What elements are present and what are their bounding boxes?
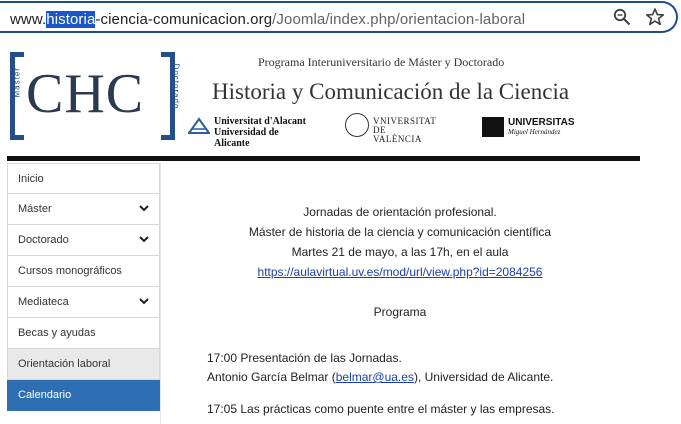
- university-alicante-logo[interactable]: Universitat d'Alacant Universidad de Alic…: [188, 115, 313, 149]
- speaker-email-link[interactable]: belmar@ua.es: [336, 370, 414, 384]
- sidebar-item-label: Máster: [18, 203, 52, 215]
- programa-heading: Programa: [373, 305, 427, 319]
- bookmark-star-icon[interactable]: [645, 7, 665, 27]
- chevron-down-icon[interactable]: [139, 297, 149, 305]
- valencia-seal-icon: [345, 113, 369, 137]
- logo-text: CHC: [26, 63, 145, 125]
- sidebar-item-label: Becas y ayudas: [18, 327, 96, 339]
- sidebar-item-calendario[interactable]: Calendario: [7, 380, 160, 411]
- schedule-item-title: 17:05 Las prácticas como puente entre el…: [207, 402, 555, 416]
- schedule-item-title: 17:00 Presentación de las Jornadas.: [207, 351, 402, 365]
- sidebar-item-doctorado[interactable]: Doctorado: [7, 225, 160, 256]
- alicante-name-valencian: Universitat d'Alacant: [214, 116, 306, 127]
- article-subtitle-line: Máster de historia de la ciencia y comun…: [248, 225, 552, 239]
- sidebar-item-mediateca[interactable]: Mediateca: [7, 287, 160, 318]
- program-title: Programa Interuniversitario de Máster y …: [258, 55, 505, 69]
- aula-virtual-link[interactable]: https://aulavirtual.uv.es/mod/url/view.p…: [258, 265, 543, 279]
- article-date-line: Martes 21 de mayo, a las 17h, en el aula: [291, 245, 509, 259]
- sidebar-item-label: Doctorado: [18, 234, 69, 246]
- sidebar-item-orientacion[interactable]: Orientación laboral: [7, 349, 160, 380]
- sidebar-item-label: Mediateca: [18, 296, 69, 308]
- browser-url-bar: www.historia-ciencia-comunicacion.org/Jo…: [0, 0, 681, 36]
- mhernandez-name-line2: Miguel Hernández: [508, 128, 561, 136]
- alicante-name-spanish: Universidad de Alicante: [214, 127, 279, 149]
- sidebar-item-label: Cursos monográficos: [18, 265, 122, 277]
- speaker-affiliation: ), Universidad de Alicante.: [413, 370, 554, 384]
- url-prefix: www.: [10, 11, 47, 28]
- header-divider: [7, 156, 640, 161]
- article-content: Jornadas de orientación profesional. Más…: [160, 163, 640, 424]
- url-selected-text: historia: [46, 11, 96, 28]
- sidebar-nav: Inicio Máster Doctorado Cursos monográfi…: [7, 163, 160, 411]
- chevron-down-icon[interactable]: [139, 204, 149, 212]
- zoom-icon[interactable]: [613, 8, 631, 26]
- sidebar-item-inicio[interactable]: Inicio: [7, 163, 160, 194]
- schedule-item-speaker: Antonio García Belmar (belmar@ua.es), Un…: [207, 370, 553, 384]
- chevron-down-icon[interactable]: [139, 235, 149, 243]
- aula-link-row: https://aulavirtual.uv.es/mod/url/view.p…: [160, 265, 640, 279]
- sidebar-item-label: Inicio: [18, 173, 44, 185]
- university-mhernandez-logo[interactable]: UNIVERSITAS Miguel Hernández: [482, 116, 575, 140]
- logo-doctorado-label: Doctorado: [171, 63, 181, 110]
- sidebar-item-cursos[interactable]: Cursos monográficos: [7, 256, 160, 287]
- address-field[interactable]: www.historia-ciencia-comunicacion.org/Jo…: [0, 1, 678, 33]
- url-text[interactable]: www.historia-ciencia-comunicacion.org/Jo…: [10, 11, 525, 28]
- site-title: Historia y Comunicación de la Ciencia: [212, 79, 570, 104]
- valencia-name-line2: DE VALÈNCIA: [373, 125, 422, 144]
- mhernandez-emblem-icon: [482, 117, 504, 137]
- url-path: /Joomla/index.php/orientacion-laboral: [272, 11, 526, 28]
- url-domain-rest: -ciencia-comunicacion.org: [95, 11, 273, 28]
- speaker-name: Antonio García Belmar (: [207, 370, 336, 384]
- sidebar-item-master[interactable]: Máster: [7, 194, 160, 225]
- university-valencia-logo[interactable]: VNIVERSITAT DE VALÈNCIA: [345, 113, 436, 144]
- article-heading-line: Jornadas de orientación profesional.: [303, 205, 497, 219]
- sidebar-item-label: Calendario: [18, 389, 72, 401]
- alicante-emblem-icon: [188, 117, 210, 134]
- sidebar-item-label: Orientación laboral: [18, 358, 111, 370]
- mhernandez-name-line1: UNIVERSITAS: [508, 117, 575, 128]
- logo-master-label: Máster: [12, 67, 22, 98]
- chc-logo[interactable]: Máster Doctorado CHC: [10, 52, 180, 140]
- sidebar-item-becas[interactable]: Becas y ayudas: [7, 318, 160, 349]
